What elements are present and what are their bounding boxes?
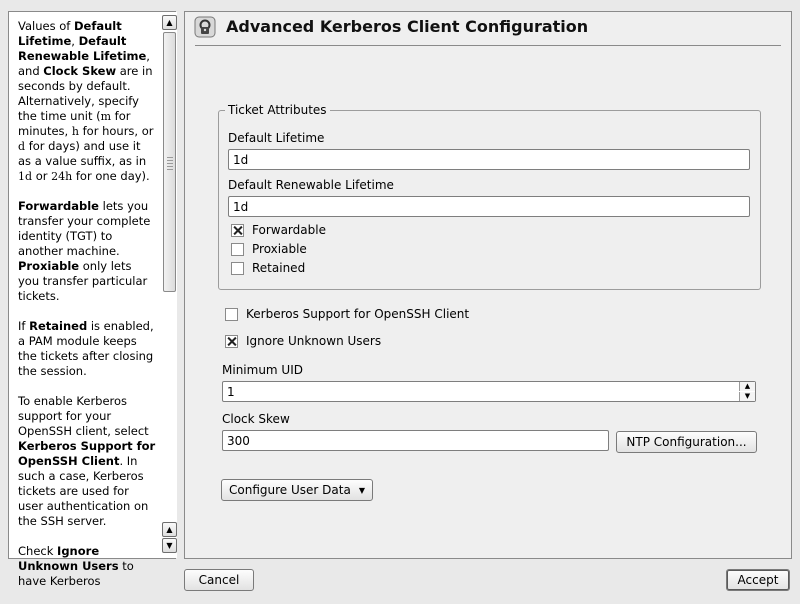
help-paragraph: To enable Kerberos support for your Open…: [18, 394, 156, 529]
checkbox-box[interactable]: [225, 307, 238, 321]
ntp-configuration-button[interactable]: NTP Configuration...: [616, 431, 757, 453]
help-text-run: ,: [71, 34, 79, 48]
help-pane: Values of Default Lifetime, Default Rene…: [8, 11, 177, 588]
help-paragraph: Check Ignore Unknown Users to have Kerbe…: [18, 544, 156, 589]
minimum-uid-label: Minimum UID: [222, 363, 303, 377]
arrow-up-icon: ▲: [166, 17, 173, 27]
help-text-run: or: [32, 169, 52, 183]
checkbox-label: Retained: [252, 261, 306, 275]
help-bold-text: Proxiable: [18, 259, 80, 273]
help-text-run: Check: [18, 544, 58, 558]
checkbox-box[interactable]: [231, 223, 244, 237]
minimum-uid-input[interactable]: [223, 382, 737, 401]
checkbox-label: Forwardable: [252, 223, 326, 237]
renewable-lifetime-input[interactable]: [228, 196, 750, 217]
help-bold-text: Retained: [29, 319, 88, 333]
main-panel: Advanced Kerberos Client Configuration T…: [184, 11, 792, 559]
help-text: Values of Default Lifetime, Default Rene…: [18, 19, 156, 604]
scroll-up-button[interactable]: ▲: [162, 15, 177, 30]
lock-key-icon: [194, 16, 216, 38]
forwardable-checkbox[interactable]: Forwardable: [231, 223, 326, 237]
help-text-run: Values of: [18, 19, 74, 33]
title-divider: [195, 45, 781, 46]
checkbox-label: Proxiable: [252, 242, 307, 256]
arrow-up-icon: ▲: [166, 524, 173, 534]
openssh-support-checkbox[interactable]: Kerberos Support for OpenSSH Client: [225, 307, 469, 321]
default-lifetime-input[interactable]: [228, 149, 750, 170]
help-paragraph: If Retained is enabled, a PAM module kee…: [18, 319, 156, 379]
checkbox-label: Kerberos Support for OpenSSH Client: [246, 307, 470, 321]
accept-button[interactable]: Accept: [726, 569, 790, 591]
help-text-run: h: [71, 125, 79, 138]
scroll-up-button-lower[interactable]: ▲: [162, 522, 177, 537]
scroll-down-button[interactable]: ▼: [162, 538, 177, 553]
help-text-run: If: [18, 319, 30, 333]
help-text-run: for one day).: [72, 169, 150, 183]
clock-skew-input[interactable]: [222, 430, 609, 451]
renewable-lifetime-label: Default Renewable Lifetime: [228, 178, 394, 192]
help-text-run: for days) and use it as a value suffix, …: [18, 139, 147, 168]
checkbox-box[interactable]: [225, 334, 238, 348]
help-paragraph: Values of Default Lifetime, Default Rene…: [18, 19, 156, 184]
help-text-run: d: [18, 140, 26, 153]
spin-up-button[interactable]: ▲: [739, 382, 755, 391]
help-text-run: 24h: [51, 170, 73, 183]
help-scrollbar[interactable]: ▲ ▲ ▼: [161, 12, 177, 558]
default-lifetime-label: Default Lifetime: [228, 131, 325, 145]
group-legend: Ticket Attributes: [225, 103, 330, 117]
checkbox-label: Ignore Unknown Users: [246, 334, 382, 348]
spin-down-button[interactable]: ▼: [739, 392, 755, 401]
help-text-run: 1d: [18, 170, 33, 183]
help-bold-text: Forwardable: [18, 199, 99, 213]
ticket-attributes-group: Ticket Attributes Default Lifetime Defau…: [218, 103, 761, 290]
help-text-run: for hours, or: [78, 124, 154, 138]
arrow-down-icon: ▼: [166, 540, 173, 550]
ignore-unknown-users-checkbox[interactable]: Ignore Unknown Users: [225, 334, 381, 348]
configure-user-data-button[interactable]: Configure User Data ▼: [221, 479, 373, 501]
checkbox-box[interactable]: [231, 261, 244, 275]
arrow-down-icon: ▼: [744, 392, 751, 400]
cancel-button[interactable]: Cancel: [184, 569, 254, 591]
button-label: Configure User Data: [229, 483, 351, 497]
triangle-down-icon: ▼: [358, 485, 365, 495]
clock-skew-label: Clock Skew: [222, 412, 290, 426]
help-text-run: m: [100, 110, 112, 123]
arrow-up-icon: ▲: [744, 382, 751, 390]
proxiable-checkbox[interactable]: Proxiable: [231, 242, 307, 256]
minimum-uid-spinbox[interactable]: ▲ ▼: [222, 381, 756, 402]
help-text-run: To enable Kerberos support for your Open…: [18, 394, 149, 438]
help-paragraph: Forwardable lets you transfer your compl…: [18, 199, 156, 304]
checkbox-box[interactable]: [231, 242, 244, 256]
scroll-thumb[interactable]: [163, 32, 176, 292]
page-title: Advanced Kerberos Client Configuration: [226, 17, 589, 36]
retained-checkbox[interactable]: Retained: [231, 261, 305, 275]
help-bold-text: Clock Skew: [43, 64, 117, 78]
